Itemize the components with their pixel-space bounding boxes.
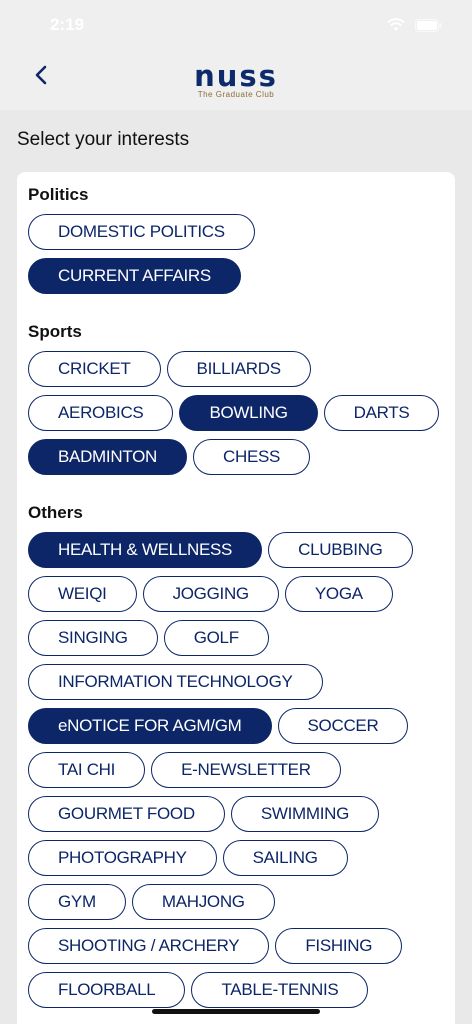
interest-chip[interactable]: TABLE-TENNIS — [191, 972, 369, 1008]
interests-card: Politics DOMESTIC POLITICS CURRENT AFFAIR… — [17, 172, 455, 1024]
logo-wordmark: nuss — [194, 59, 278, 93]
interest-chip[interactable]: HEALTH & WELLNESS — [28, 532, 263, 568]
interest-chip[interactable]: WEIQI — [28, 576, 137, 612]
interest-chip[interactable]: YOGA — [284, 576, 393, 612]
interest-chip[interactable]: SHOOTING / ARCHERY — [28, 928, 270, 964]
chip-group: HEALTH & WELLNESS CLUBBING WEIQI JOGGING YOG… — [28, 532, 448, 1008]
section-sports: Sports CRICKET BILLIARDS AEROBICS BOWLING DA… — [28, 320, 445, 475]
section-politics: Politics DOMESTIC POLITICS CURRENT AFFAIR… — [28, 183, 445, 294]
interest-chip[interactable]: GOLF — [163, 620, 269, 656]
interest-chip[interactable]: BILLIARDS — [166, 351, 311, 387]
interest-chip[interactable]: SINGING — [28, 620, 158, 656]
section-title: Politics — [28, 185, 89, 204]
interest-chip[interactable]: MAHJONG — [131, 884, 275, 920]
nav-bar: nuss The Graduate Club — [0, 52, 472, 110]
section-title: Sports — [28, 322, 82, 341]
interest-chip[interactable]: FLOORBALL — [28, 972, 186, 1008]
section-others: Others HEALTH & WELLNESS CLUBBING WEIQI JOG… — [28, 501, 445, 1008]
interest-chip[interactable]: PHOTOGRAPHY — [28, 840, 217, 876]
status-icons — [387, 18, 442, 32]
interest-chip[interactable]: SOCCER — [277, 708, 409, 744]
interest-chip[interactable]: JOGGING — [142, 576, 279, 612]
interest-chip[interactable]: CHESS — [193, 439, 311, 475]
interest-chip[interactable]: E-NEWSLETTER — [151, 752, 341, 788]
interest-chip[interactable]: eNOTICE FOR AGM/GM — [28, 708, 272, 744]
interest-chip[interactable]: CURRENT AFFAIRS — [28, 258, 241, 294]
page-title: Select your interests — [17, 129, 190, 150]
chevron-left-icon — [34, 65, 48, 90]
chip-group: CRICKET BILLIARDS AEROBICS BOWLING DARTS BADM… — [28, 351, 448, 475]
interest-chip[interactable]: DOMESTIC POLITICS — [28, 214, 255, 250]
interest-chip[interactable]: GYM — [28, 884, 126, 920]
interest-chip[interactable]: CLUBBING — [268, 532, 413, 568]
nuss-logo: nuss The Graduate Club — [186, 62, 286, 102]
home-indicator — [152, 1009, 320, 1014]
back-button[interactable] — [26, 62, 56, 92]
interest-chip[interactable]: GOURMET FOOD — [28, 796, 225, 832]
interest-chip[interactable]: SAILING — [222, 840, 348, 876]
interest-chip[interactable]: CRICKET — [28, 351, 161, 387]
interest-chip[interactable]: SWIMMING — [230, 796, 380, 832]
section-title: Others — [28, 503, 83, 522]
status-bar: 2:19 — [0, 0, 472, 52]
interest-chip[interactable]: BADMINTON — [28, 439, 187, 475]
status-time: 2:19 — [50, 15, 85, 34]
logo-subtitle: The Graduate Club — [197, 90, 275, 99]
interest-chip[interactable]: FISHING — [275, 928, 403, 964]
chip-group: DOMESTIC POLITICS CURRENT AFFAIRS — [28, 214, 448, 294]
interest-chip[interactable]: DARTS — [323, 395, 440, 431]
interest-chip[interactable]: TAI CHI — [28, 752, 146, 788]
interest-chip[interactable]: AEROBICS — [28, 395, 174, 431]
interest-chip[interactable]: INFORMATION TECHNOLOGY — [28, 664, 323, 700]
wifi-icon — [387, 18, 405, 32]
interest-chip[interactable]: BOWLING — [179, 395, 318, 431]
battery-icon — [415, 18, 442, 32]
